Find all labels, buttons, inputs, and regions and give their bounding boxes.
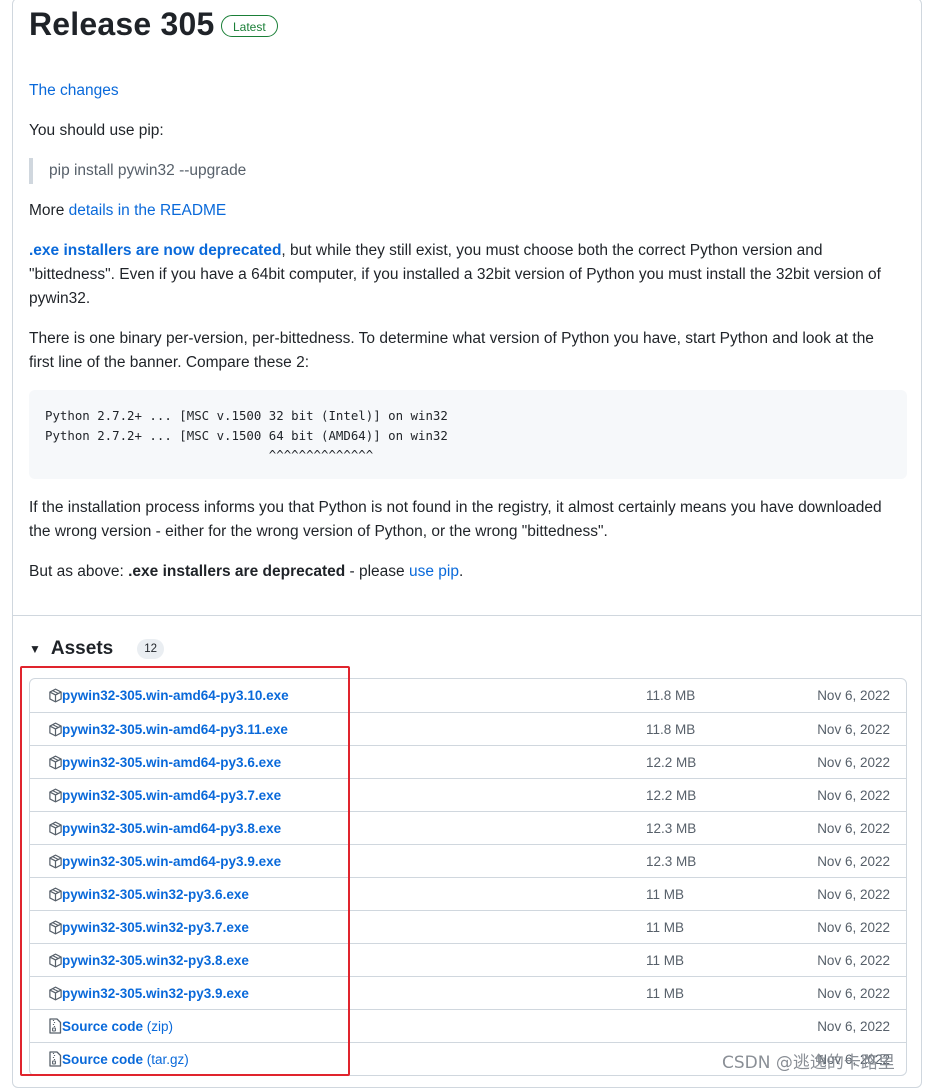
deprecated-paragraph: .exe installers are now deprecated, but … bbox=[29, 239, 901, 311]
asset-date: Nov 6, 2022 bbox=[817, 721, 890, 737]
asset-date: Nov 6, 2022 bbox=[817, 985, 890, 1001]
above-prefix: But as above: bbox=[29, 563, 129, 580]
divider bbox=[13, 615, 921, 616]
readme-link[interactable]: details in the README bbox=[69, 202, 227, 219]
changes-link[interactable]: The changes bbox=[29, 82, 119, 99]
assets-count-badge: 12 bbox=[137, 639, 165, 659]
assets-toggle[interactable]: ▼ Assets 12 bbox=[29, 636, 165, 662]
pip-intro: You should use pip: bbox=[29, 122, 164, 139]
above-strong: .exe installers are deprecated bbox=[128, 563, 346, 580]
assets-title: Assets bbox=[50, 638, 114, 659]
asset-size: 11.8 MB bbox=[646, 688, 696, 703]
binary-paragraph: There is one binary per-version, per-bit… bbox=[29, 330, 874, 371]
asset-date: Nov 6, 2022 bbox=[817, 886, 890, 902]
asset-date: Nov 6, 2022 bbox=[817, 853, 890, 869]
release-title: Release 305 bbox=[29, 6, 215, 42]
registry-paragraph: If the installation process informs you … bbox=[29, 499, 882, 540]
watermark: CSDN @逃逸的卡路里 bbox=[722, 1053, 895, 1073]
above-mid: - please bbox=[345, 563, 409, 580]
above-end: . bbox=[458, 563, 464, 580]
pip-command-quote: pip install pywin32 --upgrade bbox=[29, 158, 246, 184]
asset-size: 12.2 MB bbox=[646, 787, 697, 803]
asset-date: Nov 6, 2022 bbox=[817, 820, 890, 836]
asset-size: 12.2 MB bbox=[646, 754, 697, 770]
red-highlight-box bbox=[20, 666, 350, 1076]
asset-date: Nov 6, 2022 bbox=[817, 754, 890, 770]
asset-size: 11 MB bbox=[646, 919, 685, 935]
asset-date: Nov 6, 2022 bbox=[817, 1018, 890, 1034]
deprecated-link[interactable]: .exe installers are now deprecated bbox=[29, 242, 281, 259]
asset-size: 12.3 MB bbox=[646, 853, 697, 869]
more-paragraph: More details in the README bbox=[29, 199, 901, 223]
asset-size: 11.8 MB bbox=[646, 721, 696, 737]
asset-date: Nov 6, 2022 bbox=[817, 688, 890, 703]
code-block: Python 2.7.2+ ... [MSC v.1500 32 bit (In… bbox=[29, 390, 907, 479]
asset-size: 11 MB bbox=[646, 952, 685, 968]
above-paragraph: But as above: .exe installers are deprec… bbox=[29, 560, 901, 584]
changes-paragraph: The changes bbox=[29, 79, 901, 103]
more-prefix: More bbox=[29, 202, 69, 219]
asset-date: Nov 6, 2022 bbox=[817, 787, 890, 803]
asset-size: 12.3 MB bbox=[646, 820, 697, 836]
use-pip-link[interactable]: use pip bbox=[409, 563, 459, 580]
asset-date: Nov 6, 2022 bbox=[817, 919, 890, 935]
asset-size: 11 MB bbox=[646, 886, 685, 902]
asset-size: 11 MB bbox=[646, 985, 685, 1001]
asset-date: Nov 6, 2022 bbox=[817, 952, 890, 968]
triangle-down-icon: ▼ bbox=[29, 642, 41, 656]
latest-badge: Latest bbox=[221, 15, 278, 37]
